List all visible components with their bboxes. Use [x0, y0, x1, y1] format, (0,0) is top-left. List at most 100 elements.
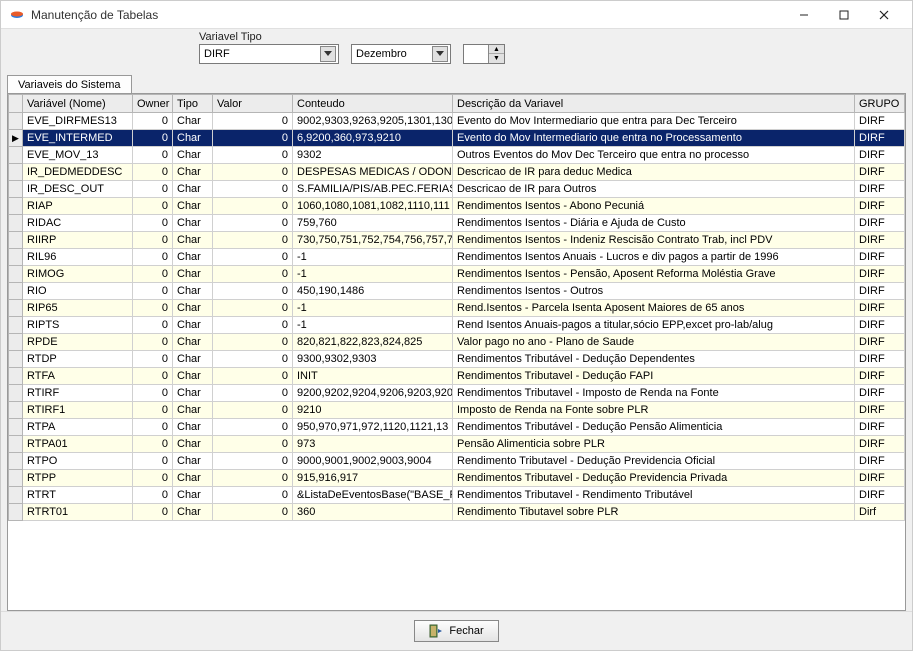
cell-owner: 0: [133, 317, 173, 334]
table-row[interactable]: RIO0Char0450,190,1486Rendimentos Isentos…: [9, 283, 905, 300]
cell-grupo: DIRF: [855, 419, 905, 436]
cell-conteudo: 9210: [293, 402, 453, 419]
cell-grupo: DIRF: [855, 266, 905, 283]
cell-desc: Valor pago no ano - Plano de Saude: [453, 334, 855, 351]
cell-valor: 0: [213, 334, 293, 351]
table-row[interactable]: RPDE0Char0820,821,822,823,824,825Valor p…: [9, 334, 905, 351]
table-row[interactable]: RTDP0Char09300,9302,9303Rendimentos Trib…: [9, 351, 905, 368]
cell-owner: 0: [133, 487, 173, 504]
cell-tipo: Char: [173, 198, 213, 215]
cell-valor: 0: [213, 300, 293, 317]
cell-desc: Outros Eventos do Mov Dec Terceiro que e…: [453, 147, 855, 164]
grid-header-grupo[interactable]: GRUPO: [855, 95, 905, 113]
table-row[interactable]: RTPP0Char0915,916,917Rendimentos Tributa…: [9, 470, 905, 487]
cell-nome: RTPA01: [23, 436, 133, 453]
cell-valor: 0: [213, 419, 293, 436]
grid-header-owner[interactable]: Owner: [133, 95, 173, 113]
cell-valor: 0: [213, 164, 293, 181]
table-row[interactable]: RIPTS0Char0-1Rend Isentos Anuais-pagos a…: [9, 317, 905, 334]
row-marker: [9, 147, 23, 164]
table-row[interactable]: RIMOG0Char0-1Rendimentos Isentos - Pensã…: [9, 266, 905, 283]
table-row[interactable]: RTFA0Char0INITRendimentos Tributavel - D…: [9, 368, 905, 385]
grid-header-desc[interactable]: Descrição da Variavel: [453, 95, 855, 113]
tab-variaveis-sistema[interactable]: Variaveis do Sistema: [7, 75, 132, 94]
cell-tipo: Char: [173, 436, 213, 453]
chevron-down-icon: [432, 46, 448, 62]
numeric-spinner[interactable]: ▲ ▼: [463, 44, 505, 64]
cell-conteudo: 450,190,1486: [293, 283, 453, 300]
data-grid[interactable]: Variável (Nome) Owner Tipo Valor Conteud…: [7, 93, 906, 611]
cell-owner: 0: [133, 300, 173, 317]
grid-header-marker[interactable]: [9, 95, 23, 113]
cell-desc: Rendimentos Tributavel - Rendimento Trib…: [453, 487, 855, 504]
cell-owner: 0: [133, 266, 173, 283]
cell-grupo: DIRF: [855, 317, 905, 334]
fechar-button[interactable]: Fechar: [414, 620, 498, 642]
table-row[interactable]: EVE_INTERMED0Char06,9200,360,973,9210Eve…: [9, 130, 905, 147]
cell-tipo: Char: [173, 249, 213, 266]
table-row[interactable]: RTRT0Char0&ListaDeEventosBase("BASE_PRen…: [9, 487, 905, 504]
grid-header-tipo[interactable]: Tipo: [173, 95, 213, 113]
table-row[interactable]: IR_DESC_OUT0Char0S.FAMILIA/PIS/AB.PEC.FE…: [9, 181, 905, 198]
cell-grupo: DIRF: [855, 164, 905, 181]
cell-grupo: DIRF: [855, 487, 905, 504]
cell-owner: 0: [133, 249, 173, 266]
table-row[interactable]: RIP650Char0-1Rend.Isentos - Parcela Isen…: [9, 300, 905, 317]
cell-valor: 0: [213, 470, 293, 487]
cell-desc: Rendimentos Tributável - Dedução Pensão …: [453, 419, 855, 436]
cell-grupo: DIRF: [855, 436, 905, 453]
row-marker: [9, 300, 23, 317]
cell-owner: 0: [133, 436, 173, 453]
table-row[interactable]: RTRT010Char0360Rendimento Tibutavel sobr…: [9, 504, 905, 521]
cell-valor: 0: [213, 351, 293, 368]
cell-owner: 0: [133, 470, 173, 487]
table-row[interactable]: IR_DEDMEDDESC0Char0DESPESAS MEDICAS / OD…: [9, 164, 905, 181]
cell-nome: RIIRP: [23, 232, 133, 249]
table-row[interactable]: RIIRP0Char0730,750,751,752,754,756,757,7…: [9, 232, 905, 249]
row-marker: [9, 317, 23, 334]
cell-tipo: Char: [173, 385, 213, 402]
minimize-button[interactable]: [784, 1, 824, 29]
cell-tipo: Char: [173, 368, 213, 385]
cell-owner: 0: [133, 385, 173, 402]
spinner-input[interactable]: [464, 45, 488, 63]
cell-owner: 0: [133, 198, 173, 215]
table-row[interactable]: RTPA0Char0950,970,971,972,1120,1121,13Re…: [9, 419, 905, 436]
cell-nome: RTDP: [23, 351, 133, 368]
table-row[interactable]: RTIRF10Char09210Imposto de Renda na Font…: [9, 402, 905, 419]
cell-desc: Rendimentos Tributavel - Imposto de Rend…: [453, 385, 855, 402]
cell-owner: 0: [133, 164, 173, 181]
cell-conteudo: 360: [293, 504, 453, 521]
table-row[interactable]: RTPO0Char09000,9001,9002,9003,9004Rendim…: [9, 453, 905, 470]
fechar-label: Fechar: [449, 625, 483, 637]
maximize-button[interactable]: [824, 1, 864, 29]
table-row[interactable]: RTPA010Char0973Pensão Alimenticia sobre …: [9, 436, 905, 453]
table-row[interactable]: EVE_DIRFMES130Char09002,9303,9263,9205,1…: [9, 113, 905, 130]
variavel-tipo-dropdown[interactable]: DIRF: [199, 44, 339, 64]
cell-grupo: DIRF: [855, 283, 905, 300]
cell-conteudo: 950,970,971,972,1120,1121,13: [293, 419, 453, 436]
mes-dropdown[interactable]: Dezembro: [351, 44, 451, 64]
grid-header-valor[interactable]: Valor: [213, 95, 293, 113]
row-marker: [9, 351, 23, 368]
table-row[interactable]: RIDAC0Char0759,760Rendimentos Isentos - …: [9, 215, 905, 232]
table-row[interactable]: EVE_MOV_130Char09302Outros Eventos do Mo…: [9, 147, 905, 164]
cell-owner: 0: [133, 181, 173, 198]
chevron-down-icon: [320, 46, 336, 62]
table-row[interactable]: RTIRF0Char09200,9202,9204,9206,9203,920R…: [9, 385, 905, 402]
spinner-down-icon[interactable]: ▼: [489, 54, 504, 63]
cell-grupo: DIRF: [855, 453, 905, 470]
cell-conteudo: 820,821,822,823,824,825: [293, 334, 453, 351]
cell-conteudo: DESPESAS MEDICAS / ODON: [293, 164, 453, 181]
row-marker: [9, 419, 23, 436]
table-row[interactable]: RIL960Char0-1Rendimentos Isentos Anuais …: [9, 249, 905, 266]
grid-header-nome[interactable]: Variável (Nome): [23, 95, 133, 113]
cell-conteudo: 9000,9001,9002,9003,9004: [293, 453, 453, 470]
cell-owner: 0: [133, 113, 173, 130]
table-row[interactable]: RIAP0Char01060,1080,1081,1082,1110,111Re…: [9, 198, 905, 215]
cell-conteudo: -1: [293, 249, 453, 266]
spinner-up-icon[interactable]: ▲: [489, 45, 504, 54]
close-button[interactable]: [864, 1, 904, 29]
cell-grupo: DIRF: [855, 334, 905, 351]
grid-header-conteudo[interactable]: Conteudo: [293, 95, 453, 113]
